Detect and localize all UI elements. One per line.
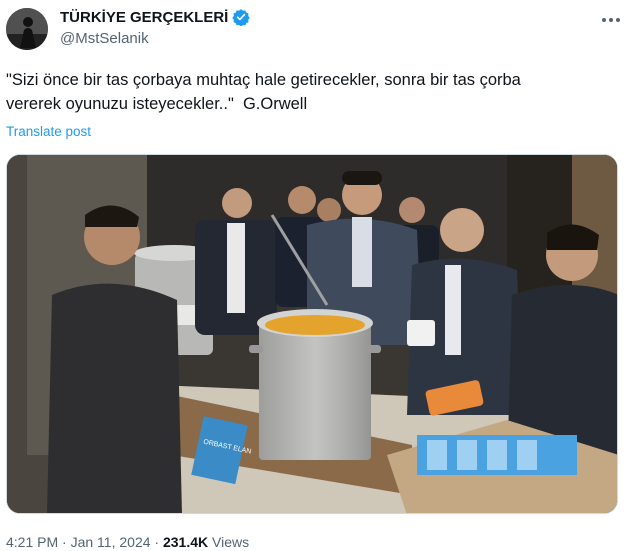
meta-separator-1: ·: [62, 534, 67, 550]
author-handle[interactable]: @MstSelanik: [60, 30, 149, 47]
tweet-meta: 4:21 PM · Jan 11, 2024 · 231.4K Views: [6, 534, 249, 550]
author-name[interactable]: TÜRKİYE GERÇEKLERİ: [60, 8, 251, 26]
avatar[interactable]: [6, 8, 48, 50]
video-thumbnail[interactable]: ORBAST ELAN: [6, 154, 618, 514]
translate-post-link[interactable]: Translate post: [6, 124, 91, 139]
meta-separator-2: ·: [154, 534, 160, 550]
post-date[interactable]: Jan 11, 2024: [71, 534, 151, 550]
more-options-icon[interactable]: [600, 12, 622, 28]
avatar-silhouette-icon: [6, 8, 48, 50]
soup-pot: [249, 309, 381, 460]
tweet-text: "Sizi önce bir tas çorbaya muhtaç hale g…: [6, 68, 616, 116]
views-label: Views: [212, 534, 250, 550]
views-count: 231.4K: [162, 534, 209, 550]
video-thumbnail-image: ORBAST ELAN: [7, 155, 617, 513]
tweet-text-line-1: "Sizi önce bir tas çorbaya muhtaç hale g…: [6, 71, 521, 89]
verified-badge-icon: [232, 9, 251, 26]
post-time[interactable]: 4:21 PM: [6, 534, 58, 550]
tweet-text-line-2: vererek oyunuzu isteyecekler.." G.Orwell: [6, 95, 308, 113]
author-name-text[interactable]: TÜRKİYE GERÇEKLERİ: [60, 9, 228, 26]
